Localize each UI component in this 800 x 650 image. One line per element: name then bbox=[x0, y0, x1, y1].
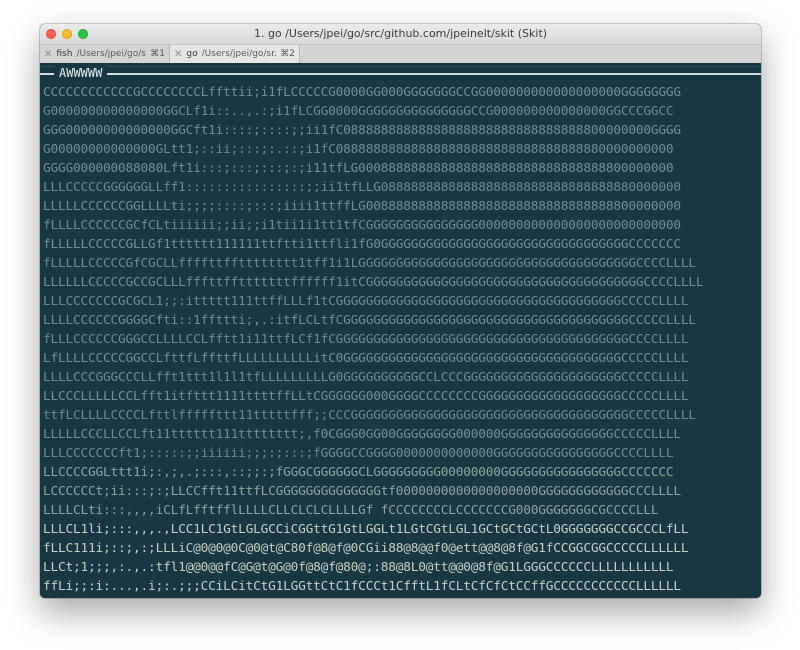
ascii-row: LfLLLLCCCCCGGCCLfttfLffttfLLLLLLLLLLitC0… bbox=[43, 351, 689, 366]
close-tab-icon[interactable]: ✕ bbox=[44, 49, 52, 60]
window-title: 1. go /Users/jpei/go/src/github.com/jpei… bbox=[253, 27, 548, 40]
tab-path: /Users/jpei/go/sr... bbox=[201, 49, 278, 59]
box-border-top bbox=[40, 73, 761, 75]
tab-shortcut: ⌘2 bbox=[280, 49, 295, 59]
tab-bar: ✕ fish /Users/jpei/go/s... ⌘1 ✕ go /User… bbox=[40, 45, 761, 64]
close-tab-icon[interactable]: ✕ bbox=[174, 49, 182, 60]
title-bar[interactable]: 1. go /Users/jpei/go/src/github.com/jpei… bbox=[40, 24, 761, 45]
ascii-row: LLLCCCCCCCft1;:::::;;iiiiii;;;:;:::;fGGG… bbox=[43, 446, 674, 461]
ascii-row: LLLLLCCCCCCGGLLLLti;;;;::::;:::;iiii1ttf… bbox=[43, 199, 681, 214]
box-title: AWWWWW bbox=[54, 65, 108, 81]
ascii-row: fLLLLCCCCCCGCfCLtiiiiii;;ii;;i1tii1i1tt1… bbox=[43, 218, 681, 233]
ascii-art-image: CCCCCCCCCCCCGCCCCCCCCLffttii;i1fLCCCCCG0… bbox=[43, 83, 761, 596]
tab-path: /Users/jpei/go/s... bbox=[76, 49, 148, 59]
ascii-row: LLCCCLLLLLCCLfft1itfttt1111ttttffLLtCGGG… bbox=[43, 389, 689, 404]
ascii-row: fLLLLLCCCCCGfCGCLLffffttfftttttttt1tff1i… bbox=[43, 256, 696, 271]
ascii-row: LLLLCLti:::,,,,iCLfLfftfflLLLLCLLCLCLCLL… bbox=[43, 503, 659, 518]
tab-go[interactable]: ✕ go /Users/jpei/go/sr... ⌘2 bbox=[170, 45, 300, 63]
ascii-row: LLLLLLCCCCCGCCGCLLLfffttfftttttttffffff1… bbox=[43, 275, 704, 290]
ascii-row: fLLC111i;::;,:;LLLiC@0@0@0C@0@t@C80f@8@f… bbox=[43, 541, 689, 556]
ascii-row: LLCt;1;;;,:.,.:tfl1@@0@@fC@G@t@G@0f@8@f@… bbox=[43, 560, 674, 575]
ascii-row: LLLLCCCGGGCCCLLfft1ttt1l1l1tfLLLLLLLLLG0… bbox=[43, 370, 689, 385]
ascii-row: fLLLLLCCCCCGLLGf1tttttt111111ttftti1ttfl… bbox=[43, 237, 681, 252]
ascii-row: LLLCCCCCGGGGGGLLff1::::::::::::::::;;ii1… bbox=[43, 180, 681, 195]
tab-fish[interactable]: ✕ fish /Users/jpei/go/s... ⌘1 bbox=[40, 45, 170, 63]
ascii-row: LLCCCCGGLttt1i;:,;,.;:::,::;;:;fGGGCGGGG… bbox=[43, 465, 674, 480]
tab-name: fish bbox=[56, 49, 73, 59]
ascii-row: GGG00000000000000GGCft1i::::;::::;;ii1fC… bbox=[43, 123, 681, 138]
ascii-row: CCCCCCCCCCCCGCCCCCCCCLffttii;i1fLCCCCCG0… bbox=[43, 85, 681, 100]
ascii-row: G00000000000000GLtt1;::ii;:::;:.::;i1fC0… bbox=[43, 142, 674, 157]
tab-shortcut: ⌘1 bbox=[150, 49, 165, 59]
ascii-row: LLLCL1li;:::,,,.,LCC1LC1GtLGLGCCiCGGttG1… bbox=[43, 522, 689, 537]
ascii-row: G000000000000000GGCLf1i::..,.:;i1fLCGG00… bbox=[43, 104, 674, 119]
terminal-window: 1. go /Users/jpei/go/src/github.com/jpei… bbox=[40, 24, 761, 598]
ascii-row: LLLLLCCCLLCCLft11tttttt111tttttttt;,f0CG… bbox=[43, 427, 681, 442]
tab-name: go bbox=[186, 49, 198, 59]
ascii-row: GGGG000000088080Lft1i:::;:::;:::;:;i11tf… bbox=[43, 161, 674, 176]
box-border-top-inner bbox=[40, 66, 761, 67]
ascii-row: LLLLCCCCCCGGGGCfti::1ffttti;,.:itfLCLtfC… bbox=[43, 313, 696, 328]
terminal-content[interactable]: AWWWWW CCCCCCCCCCCCGCCCCCCCCLffttii;i1fL… bbox=[40, 63, 761, 598]
ascii-row: LCCCCCCt;ii:::;:;LLCCfft11ttfLCGGGGGGGGG… bbox=[43, 484, 681, 499]
ascii-row: ttfLCLLLLCCCCLfttlfffffttt11tttttfff;;CC… bbox=[43, 408, 696, 423]
ascii-row: LLLCCCCCCCGCGCL1;;:ittttt111ttffLLLf1tCG… bbox=[43, 294, 689, 309]
ascii-row: fLLLCCCCCCGGGCCLLLLCCLfftt1i11ttfLCf1fCG… bbox=[43, 332, 689, 347]
ascii-row: ffLi;;:i:...,.i;:.;;;CCiLCitCtG1LGGttCtC… bbox=[43, 579, 681, 594]
